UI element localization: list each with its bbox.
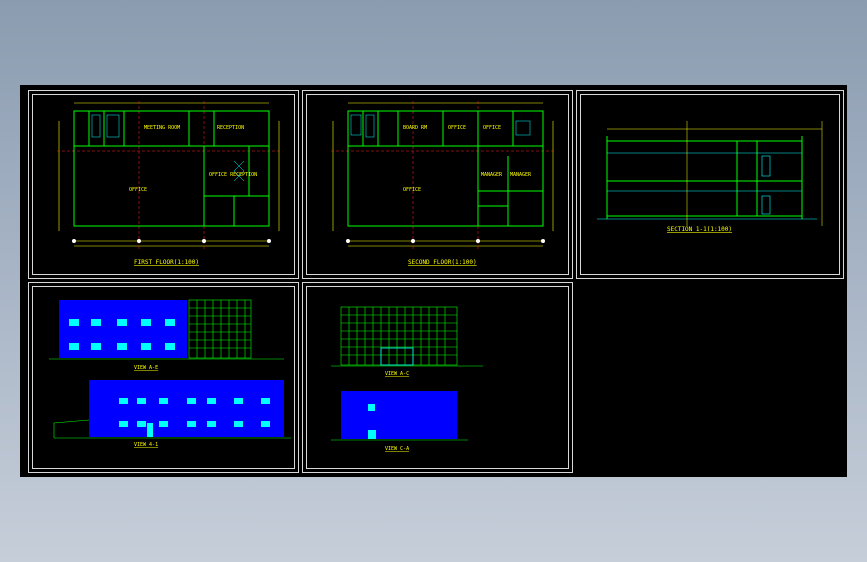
facade-blue-side (341, 391, 457, 439)
view-title-a-e: VIEW A-E (134, 365, 158, 371)
sheet-title-second-floor: SECOND FLOOR(1:100) (408, 259, 477, 266)
sheet-first-floor[interactable]: MEETING ROOM RECEPTION OFFICE OFFICE REC… (28, 90, 299, 279)
sheet-section[interactable]: SECTION 1-1(1:100) (576, 90, 844, 279)
cad-drawing-canvas[interactable]: MEETING ROOM RECEPTION OFFICE OFFICE REC… (20, 85, 847, 477)
sheet-title-section: SECTION 1-1(1:100) (667, 226, 732, 233)
first-floor-plan: MEETING ROOM RECEPTION OFFICE OFFICE REC… (57, 101, 281, 266)
room-label-office-a: OFFICE (448, 125, 466, 131)
room-label-manager-b: MANAGER (510, 172, 532, 178)
section-drawing: SECTION 1-1(1:100) (597, 121, 823, 233)
view-title-4-1: VIEW 4-1 (134, 442, 158, 448)
room-label-reception: RECEPTION (217, 125, 244, 131)
sheet-views-ae-41[interactable]: VIEW A-E VIEW 4-1 (28, 282, 299, 473)
room-label-office-b: OFFICE (483, 125, 501, 131)
second-floor-plan: BOARD RM OFFICE OFFICE MANAGER MANAGER O… (331, 101, 555, 266)
elevation-views-2: VIEW A-C VIEW C-A (331, 306, 483, 452)
room-label-office-c: OFFICE (403, 187, 421, 193)
view-title-c-a: VIEW C-A (385, 446, 409, 452)
facade-blue-lower (89, 380, 284, 437)
sheet-views-ac-ca[interactable]: VIEW A-C VIEW C-A (302, 282, 573, 473)
room-label-meeting: MEETING ROOM (144, 125, 180, 131)
room-label-manager-a: MANAGER (481, 172, 503, 178)
elevation-views-1: VIEW A-E VIEW 4-1 (49, 299, 291, 448)
room-label-office-reception: OFFICE RECEPTION (209, 172, 257, 178)
room-label-board: BOARD RM (403, 125, 427, 131)
room-label-office: OFFICE (129, 187, 147, 193)
sheet-second-floor[interactable]: BOARD RM OFFICE OFFICE MANAGER MANAGER O… (302, 90, 573, 279)
view-title-a-c: VIEW A-C (385, 371, 409, 377)
sheet-title-first-floor: FIRST FLOOR(1:100) (134, 259, 199, 266)
